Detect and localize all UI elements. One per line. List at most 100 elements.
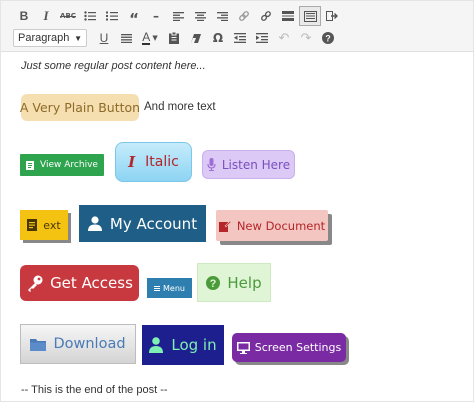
numbered-list-button[interactable]	[101, 6, 123, 26]
chevron-down-icon: ▼	[152, 34, 158, 42]
listen-here-label: Listen Here	[221, 157, 291, 172]
format-select[interactable]: Paragraph ▼	[13, 29, 87, 47]
screen-settings-button[interactable]: Screen Settings	[232, 333, 346, 362]
menu-label: Menu	[163, 283, 185, 293]
editor-content[interactable]: Just some regular post content here... A…	[1, 52, 473, 402]
get-access-label: Get Access	[50, 274, 133, 292]
screen-settings-label: Screen Settings	[254, 341, 342, 354]
justify-icon	[120, 33, 132, 43]
text-color-icon: A	[142, 29, 151, 45]
read-more-icon	[282, 11, 294, 21]
blockquote-button[interactable]: “	[123, 6, 145, 28]
distraction-free-button[interactable]	[321, 6, 343, 26]
align-center-icon	[194, 11, 206, 21]
toolbar-row-2: Paragraph ▼ U A ▼ Ω ↶ ↷ ?	[13, 27, 339, 49]
user-icon	[149, 337, 164, 353]
post-editor: B I ABC “ – Paragraph ▼ U A ▼ Ω ↶ ↷ ? Ju…	[0, 0, 474, 402]
view-archive-label: View Archive	[40, 160, 98, 170]
toolbar-row-1: B I ABC “ –	[13, 5, 343, 27]
undo-button[interactable]: ↶	[273, 28, 295, 48]
ext-label: ext	[43, 218, 61, 232]
horizontal-line-button[interactable]: –	[145, 6, 167, 26]
quote-icon: “	[129, 10, 139, 28]
insert-link-button[interactable]	[233, 6, 255, 26]
align-right-button[interactable]	[211, 6, 233, 26]
help-button-large[interactable]: ? Help	[197, 263, 271, 302]
paste-as-text-button[interactable]	[163, 28, 185, 48]
help-label: Help	[227, 273, 262, 292]
new-document-label: New Document	[236, 218, 326, 233]
new-document-button[interactable]: New Document	[216, 210, 328, 241]
user-icon	[87, 216, 102, 231]
ext-button[interactable]: ext	[20, 210, 68, 240]
omega-icon: Ω	[212, 31, 224, 45]
italic-button[interactable]: I	[35, 6, 57, 26]
link-icon	[239, 11, 249, 21]
text-color-button[interactable]: A ▼	[137, 28, 163, 48]
clipboard-icon	[169, 32, 179, 44]
inline-text: And more text	[144, 101, 216, 113]
strikethrough-button[interactable]: ABC	[57, 6, 79, 26]
align-left-icon	[172, 11, 184, 21]
increase-indent-button[interactable]	[251, 28, 273, 48]
download-label: Download	[53, 336, 126, 352]
menu-icon	[154, 285, 161, 291]
italic-button[interactable]: I Italic	[115, 142, 192, 182]
bulleted-list-button[interactable]	[79, 6, 101, 26]
underline-button[interactable]: U	[93, 28, 115, 48]
log-in-label: Log in	[171, 336, 217, 354]
bulleted-list-icon	[84, 11, 96, 21]
plain-button[interactable]: A Very Plain Button	[19, 94, 141, 121]
align-left-button[interactable]	[167, 6, 189, 26]
outdent-icon	[234, 33, 246, 43]
numbered-list-icon	[106, 11, 118, 21]
key-icon	[26, 275, 43, 292]
exit-icon	[326, 11, 338, 21]
unlink-icon	[261, 11, 271, 21]
view-archive-button[interactable]: View Archive	[20, 154, 104, 176]
dash-icon: –	[153, 9, 159, 23]
get-access-button[interactable]: Get Access	[20, 265, 139, 301]
plain-button-label: A Very Plain Button	[19, 100, 141, 115]
intro-text: Just some regular post content here...	[21, 60, 206, 72]
format-select-value: Paragraph	[18, 32, 70, 44]
log-in-button[interactable]: Log in	[142, 325, 224, 365]
help-circle-icon: ?	[206, 275, 221, 290]
indent-icon	[256, 33, 268, 43]
read-more-button[interactable]	[277, 6, 299, 26]
align-center-button[interactable]	[189, 6, 211, 26]
archive-icon	[26, 160, 35, 170]
remove-link-button[interactable]	[255, 6, 277, 26]
decrease-indent-button[interactable]	[229, 28, 251, 48]
toolbar-toggle-button[interactable]	[299, 6, 321, 26]
microphone-icon	[207, 158, 216, 171]
redo-icon: ↷	[300, 30, 312, 46]
redo-button[interactable]: ↷	[295, 28, 317, 48]
folder-icon	[30, 338, 47, 351]
menu-button[interactable]: Menu	[147, 278, 192, 298]
chevron-down-icon: ▼	[74, 33, 82, 43]
keyboard-icon	[303, 10, 317, 22]
help-icon: ?	[322, 32, 334, 44]
bold-button[interactable]: B	[13, 6, 35, 26]
undo-icon: ↶	[278, 30, 290, 46]
italic-icon: I	[128, 153, 136, 171]
my-account-label: My Account	[109, 214, 198, 233]
eraser-icon	[191, 33, 201, 43]
special-character-button[interactable]: Ω	[207, 28, 229, 48]
outro-text: -- This is the end of the post --	[21, 384, 168, 396]
help-button[interactable]: ?	[317, 28, 339, 48]
edit-document-icon	[218, 220, 231, 232]
svg-text:?: ?	[325, 34, 331, 44]
monitor-icon	[236, 341, 250, 354]
my-account-button[interactable]: My Account	[79, 205, 206, 242]
document-icon	[27, 219, 38, 231]
listen-here-button[interactable]: Listen Here	[202, 150, 295, 179]
align-right-icon	[216, 11, 228, 21]
justify-button[interactable]	[115, 28, 137, 48]
svg-text:?: ?	[210, 278, 217, 290]
clear-formatting-button[interactable]	[185, 28, 207, 48]
italic-label: Italic	[145, 154, 179, 170]
download-button[interactable]: Download	[20, 324, 136, 364]
editor-toolbar: B I ABC “ – Paragraph ▼ U A ▼ Ω ↶ ↷ ?	[1, 1, 473, 52]
